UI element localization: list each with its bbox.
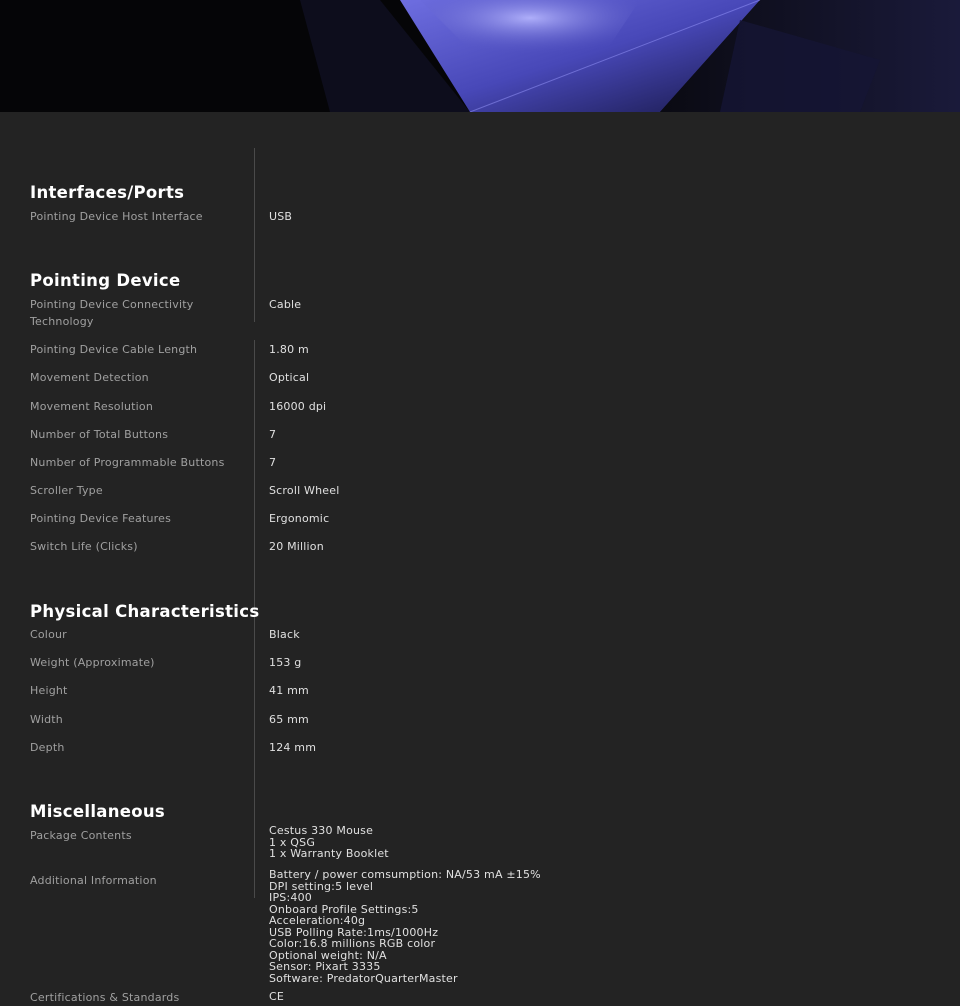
- spec-value-line: Software: PredatorQuarterMaster: [269, 971, 458, 985]
- spec-value-number-of-total-buttons: 7: [269, 428, 277, 441]
- column-divider: [254, 148, 255, 322]
- spec-value-line: Color:16.8 millions RGB color: [269, 937, 436, 950]
- section-title-interfaces-ports: Interfaces/Ports: [30, 183, 185, 202]
- spec-label-number-of-programmable-buttons: Number of Programmable Buttons: [30, 456, 225, 469]
- spec-value-pointing-device-connectivity-technology: Cable: [269, 298, 302, 311]
- spec-label-depth: Depth: [30, 741, 65, 754]
- spec-label-movement-resolution: Movement Resolution: [30, 400, 154, 413]
- spec-value-movement-detection: Optical: [269, 371, 310, 384]
- spec-label-certifications-standards: Certifications & Standards: [30, 991, 180, 1004]
- spec-value-additional-information: Battery / power comsumption: NA/53 mA ±1…: [269, 869, 541, 984]
- spec-value-switch-life-clicks: 20 Million: [269, 540, 324, 553]
- spec-value-colour: Black: [269, 628, 300, 641]
- spec-label-scroller-type: Scroller Type: [30, 484, 103, 497]
- spec-value-depth: 124 mm: [269, 741, 317, 754]
- spec-label-pointing-device-connectivity-technology: Pointing Device Connectivity Technology: [30, 298, 194, 328]
- hero-banner: [0, 0, 960, 112]
- spec-value-scroller-type: Scroll Wheel: [269, 484, 340, 497]
- section-title-physical-characteristics: Physical Characteristics: [30, 602, 260, 621]
- spec-value-line: Sensor: Pixart 3335: [269, 960, 381, 973]
- hero-product-image: [0, 0, 960, 112]
- specifications-panel: Interfaces/Ports Pointing Device Host Int…: [0, 112, 960, 1004]
- spec-label-width: Width: [30, 713, 63, 726]
- section-title-pointing-device: Pointing Device: [30, 271, 181, 290]
- spec-value-line: Acceleration:40g: [269, 914, 366, 927]
- spec-value-certifications-standards: CE: [269, 990, 285, 1003]
- spec-label-colour: Colour: [30, 628, 67, 641]
- spec-label-pointing-device-cable-length: Pointing Device Cable Length: [30, 343, 198, 356]
- spec-label-number-of-total-buttons: Number of Total Buttons: [30, 428, 169, 441]
- spec-value-number-of-programmable-buttons: 7: [269, 456, 277, 469]
- spec-value-pointing-device-features: Ergonomic: [269, 512, 330, 525]
- spec-label-switch-life-clicks: Switch Life (Clicks): [30, 540, 138, 553]
- spec-value-width: 65 mm: [269, 713, 309, 726]
- spec-value-pointing-device-cable-length: 1.80 m: [269, 343, 309, 356]
- spec-value-pointing-device-host-interface: USB: [269, 210, 293, 223]
- spec-value-line: Cestus 330 Mouse: [269, 824, 374, 837]
- spec-label-movement-detection: Movement Detection: [30, 371, 149, 384]
- spec-value-line: 1 x Warranty Booklet: [269, 847, 389, 860]
- spec-value-movement-resolution: 16000 dpi: [269, 400, 327, 413]
- spec-label-height: Height: [30, 684, 68, 697]
- spec-value-line: Battery / power comsumption: NA/53 mA ±1…: [269, 868, 541, 881]
- spec-label-package-contents: Package Contents: [30, 829, 132, 842]
- spec-label-pointing-device-host-interface: Pointing Device Host Interface: [30, 210, 203, 223]
- spec-label-additional-information: Additional Information: [30, 874, 157, 887]
- spec-value-package-contents: Cestus 330 Mouse 1 x QSG 1 x Warranty Book…: [269, 825, 389, 860]
- spec-value-height: 41 mm: [269, 684, 309, 697]
- spec-label-pointing-device-features: Pointing Device Features: [30, 512, 172, 525]
- spec-label-weight-approximate: Weight (Approximate): [30, 656, 155, 669]
- spec-value-weight-approximate: 153 g: [269, 656, 302, 669]
- spec-value-line: IPS:400: [269, 891, 312, 904]
- section-title-miscellaneous: Miscellaneous: [30, 802, 166, 821]
